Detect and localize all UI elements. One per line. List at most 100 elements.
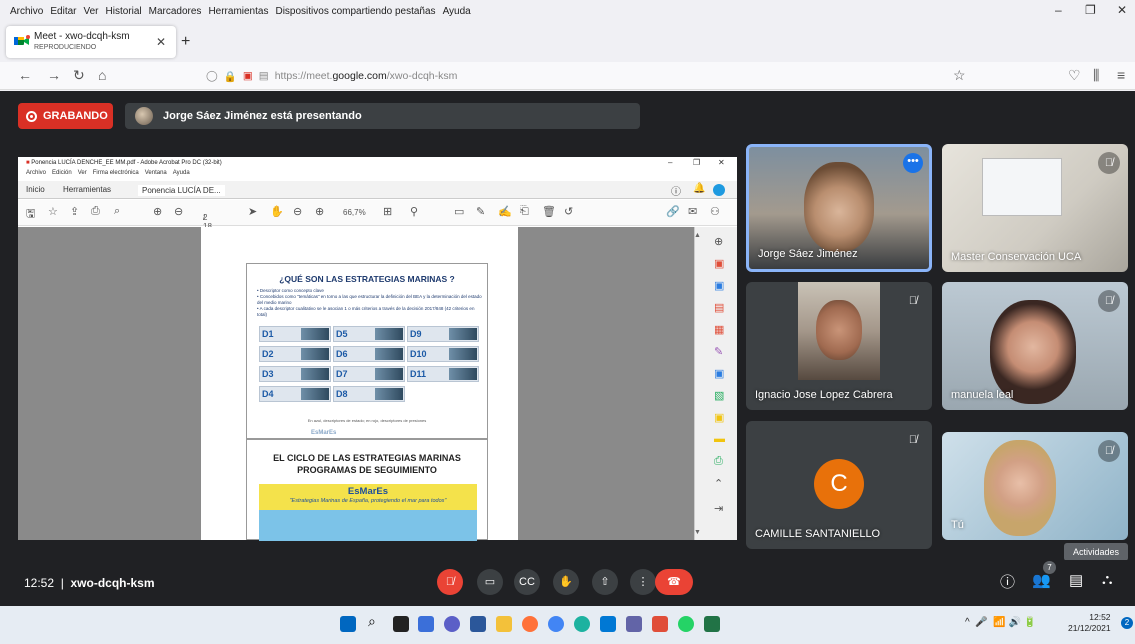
chrome-icon[interactable]: [548, 616, 564, 632]
forward-icon[interactable]: →: [47, 67, 61, 83]
reader-icon[interactable]: ▤: [259, 70, 269, 82]
edit-pdf-icon[interactable]: ▦: [714, 323, 726, 336]
select-cursor-icon[interactable]: ➤: [248, 205, 257, 218]
present-button[interactable]: ⇧: [592, 569, 618, 595]
protect-icon[interactable]: ▣: [714, 411, 726, 424]
acro-menu-firma[interactable]: Firma electrónica: [93, 170, 139, 180]
edge-icon[interactable]: [574, 616, 590, 632]
undo-icon[interactable]: ↺: [564, 205, 573, 218]
scroll-up-icon[interactable]: ▲: [694, 232, 701, 239]
acro-menu-ventana[interactable]: Ventana: [145, 170, 167, 180]
search-taskbar-icon[interactable]: ⌕: [368, 613, 384, 629]
save-icon[interactable]: 🖫: [26, 205, 35, 224]
home-icon[interactable]: ⌂: [98, 67, 106, 83]
menu-ver[interactable]: Ver: [83, 6, 98, 17]
zoom-level[interactable]: 66,7%: [343, 208, 366, 217]
taskbar-clock[interactable]: 12:52 21/12/2021: [1068, 612, 1111, 634]
scan-icon[interactable]: ▧: [714, 389, 726, 402]
hamburger-menu-icon[interactable]: ≡: [1117, 67, 1125, 83]
activities-icon[interactable]: ⛬: [1102, 571, 1113, 588]
mail-icon[interactable]: ✉: [688, 205, 697, 218]
scroll-down-icon[interactable]: ▼: [694, 529, 701, 536]
whatsapp-icon[interactable]: [678, 616, 694, 632]
sign-icon[interactable]: ✍: [498, 205, 512, 218]
menu-marcadores[interactable]: Marcadores: [149, 6, 202, 17]
acrobat-close-icon[interactable]: ✕: [718, 158, 725, 167]
acro-menu-ver[interactable]: Ver: [78, 170, 87, 180]
search-icon[interactable]: ⌕: [114, 205, 120, 218]
print-tool-icon[interactable]: ⎙: [714, 455, 726, 467]
menu-editar[interactable]: Editar: [50, 6, 76, 17]
mic-toggle-button[interactable]: 🎙̸: [437, 569, 463, 595]
fit-page-icon[interactable]: ⊞: [383, 205, 392, 218]
acro-tab-inicio[interactable]: Inicio: [26, 185, 45, 194]
acrobat-restore-icon[interactable]: ❐: [693, 158, 700, 167]
menu-herramientas[interactable]: Herramientas: [208, 6, 268, 17]
firefox-icon[interactable]: [522, 616, 538, 632]
create-pdf-icon[interactable]: ▣: [714, 257, 726, 270]
library-icon[interactable]: ⫼: [1093, 67, 1099, 84]
tile-jorge[interactable]: ••• Jorge Sáez Jiménez: [746, 144, 932, 272]
chat-icon[interactable]: ▤: [1069, 571, 1083, 589]
start-icon[interactable]: [340, 616, 356, 632]
next-page-icon[interactable]: ⊖: [174, 205, 183, 218]
store-icon[interactable]: [470, 616, 486, 632]
file-explorer-icon[interactable]: [496, 616, 512, 632]
bell-icon[interactable]: 🔔: [693, 183, 705, 194]
permissions-icon[interactable]: ▣: [243, 70, 253, 82]
acro-tab-document[interactable]: Ponencia LUCÍA DE...: [138, 185, 225, 196]
acrobat-minimize-icon[interactable]: –: [668, 158, 672, 167]
tile-camille[interactable]: C 🎙̸ CAMILLE SANTANIELLO: [746, 421, 932, 549]
menu-historial[interactable]: Historial: [106, 6, 142, 17]
tile-master-uca[interactable]: 🎙̸ Master Conservación UCA: [942, 144, 1128, 272]
print-icon[interactable]: ⎙: [91, 205, 100, 218]
hand-icon[interactable]: ✋: [270, 205, 284, 218]
comment-icon[interactable]: ▭: [454, 205, 464, 218]
new-tab-icon[interactable]: +: [181, 33, 190, 51]
organize-icon[interactable]: ▤: [714, 301, 726, 314]
recording-badge[interactable]: GRABANDO: [18, 103, 113, 129]
shield-icon[interactable]: ◯: [206, 70, 218, 82]
more-tools-icon[interactable]: ⌃: [714, 477, 726, 490]
close-window-icon[interactable]: ✕: [1117, 3, 1127, 17]
delete-icon[interactable]: 🗑: [542, 205, 556, 218]
tab-close-icon[interactable]: ✕: [156, 35, 166, 49]
tile-self[interactable]: 🎙̸ Tú: [942, 432, 1128, 540]
acro-menu-ayuda[interactable]: Ayuda: [173, 170, 190, 180]
info-icon[interactable]: ⓘ: [1000, 571, 1015, 592]
tab-meet[interactable]: Meet - xwo-dcqh-ksm REPRODUCIENDO ✕: [6, 26, 176, 58]
acro-tab-herramientas[interactable]: Herramientas: [63, 185, 111, 194]
pen-icon[interactable]: ✎: [476, 205, 485, 218]
bookmark-icon[interactable]: ☆: [48, 205, 58, 218]
stamp-icon[interactable]: ⎗: [520, 205, 529, 218]
system-tray[interactable]: ^ 🎤 📶 🔊 🔋: [965, 617, 1036, 628]
more-options-icon[interactable]: •••: [903, 153, 923, 173]
acro-menu-archivo[interactable]: Archivo: [26, 170, 46, 180]
more-options-button[interactable]: ⋮: [630, 569, 656, 595]
restore-icon[interactable]: ❐: [1085, 3, 1096, 17]
person-icon[interactable]: ⚇: [710, 205, 720, 218]
reload-icon[interactable]: ↻: [73, 67, 85, 84]
teams-icon[interactable]: [626, 616, 642, 632]
upload-icon[interactable]: ⇪: [70, 205, 79, 218]
share-link-icon[interactable]: 🔗: [666, 205, 680, 218]
pocket-icon[interactable]: ♡: [1068, 67, 1081, 84]
notification-badge[interactable]: 2: [1121, 617, 1133, 629]
tile-manuela[interactable]: 🎙̸ manuela leal: [942, 282, 1128, 410]
zoom-out-icon[interactable]: ⊖: [293, 205, 302, 218]
help-icon[interactable]: ⓘ: [671, 183, 681, 198]
url-bar[interactable]: ◯ 🔒 ▣ ▤ https://meet.google.com/xwo-dcqh…: [206, 66, 976, 86]
acrobat-taskbar-icon[interactable]: [652, 616, 668, 632]
acro-menu-edicion[interactable]: Edición: [52, 170, 72, 180]
menu-dispositivos[interactable]: Dispositivos compartiendo pestañas: [275, 6, 435, 17]
fill-sign-icon[interactable]: ✎: [714, 345, 726, 358]
menu-ayuda[interactable]: Ayuda: [443, 6, 471, 17]
captions-button[interactable]: CC: [514, 569, 540, 595]
export-icon[interactable]: ▣: [714, 367, 726, 380]
collapse-pane-icon[interactable]: ⇥: [714, 502, 726, 515]
read-mode-icon[interactable]: ⚲: [410, 205, 418, 218]
raise-hand-button[interactable]: ✋: [553, 569, 579, 595]
calendar-icon[interactable]: [600, 616, 616, 632]
excel-icon[interactable]: [704, 616, 720, 632]
camera-toggle-button[interactable]: ▭: [477, 569, 503, 595]
